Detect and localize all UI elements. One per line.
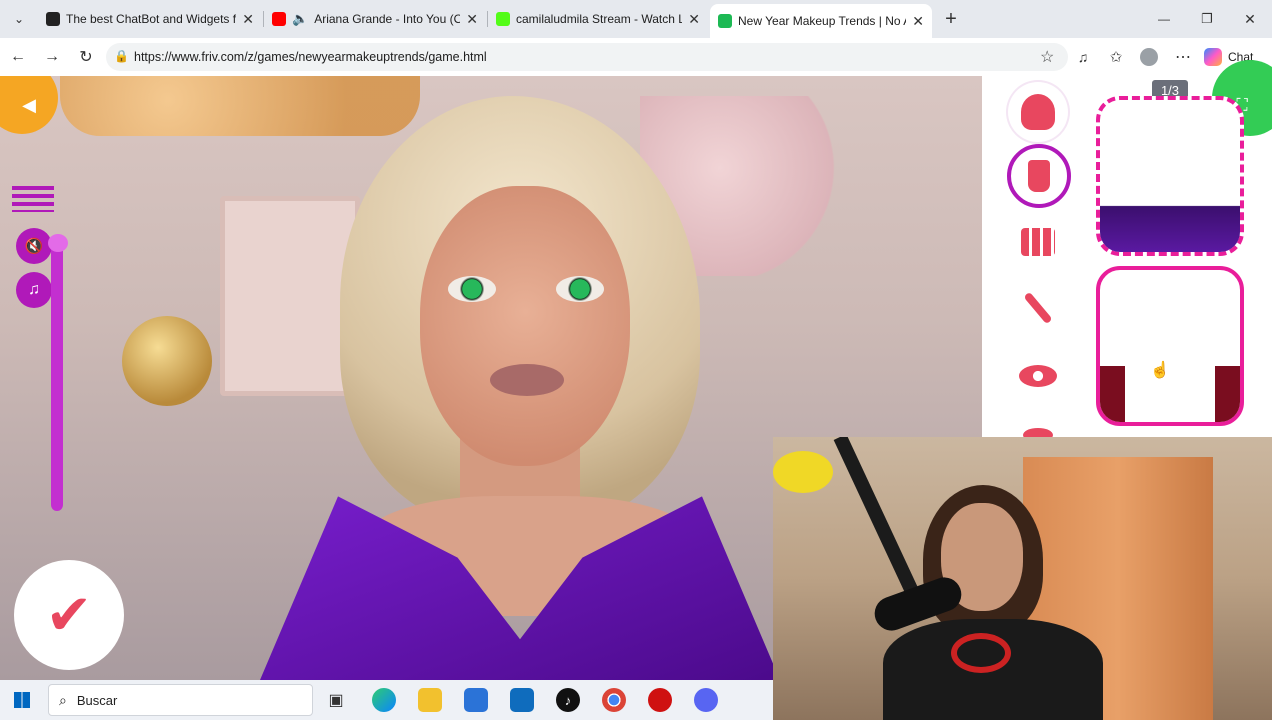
url-text[interactable]: https://www.friv.com/z/games/newyearmake… xyxy=(134,50,487,64)
tab-1-favicon-icon xyxy=(46,12,60,26)
balloon-decoration xyxy=(60,76,420,136)
top-icon xyxy=(1028,160,1050,192)
category-palette-button[interactable] xyxy=(1008,212,1068,272)
minimize-button[interactable]: — xyxy=(1153,8,1175,30)
tiktok-icon[interactable]: ♪ xyxy=(556,688,580,712)
search-placeholder: Buscar xyxy=(76,692,118,708)
red-app-icon[interactable] xyxy=(648,688,672,712)
webcam-overlay xyxy=(773,437,1272,720)
speaker-muted-icon: 🔇 xyxy=(24,238,44,255)
model-left-eye xyxy=(448,276,496,302)
checkmark-icon: ✔ xyxy=(45,583,93,646)
microphone-arm xyxy=(833,437,919,595)
forward-button[interactable]: → xyxy=(41,46,63,68)
task-view-icon[interactable]: ▣ xyxy=(324,688,348,712)
tab-2-youtube-icon xyxy=(272,12,286,26)
back-arrow-button[interactable]: ◀ xyxy=(0,76,58,134)
hair-icon xyxy=(1021,94,1055,130)
tab-4-title: New Year Makeup Trends | No Ads xyxy=(738,14,907,28)
category-brush-button[interactable] xyxy=(1008,278,1068,338)
outlook-icon[interactable] xyxy=(510,688,534,712)
tab-3-kick-icon xyxy=(496,12,510,26)
gold-ornament-decoration xyxy=(122,316,212,406)
top-item-card-2[interactable] xyxy=(1096,266,1244,426)
microsoft-store-icon[interactable] xyxy=(464,688,488,712)
start-button[interactable] xyxy=(14,692,30,708)
browser-tab-2[interactable]: 🔈 Ariana Grande - Into You (Offi ✕ xyxy=(264,5,486,33)
category-hair-button[interactable] xyxy=(1008,82,1068,142)
browser-tab-3[interactable]: camilaludmila Stream - Watch Live ✕ xyxy=(488,5,708,33)
search-icon: ⌕ xyxy=(59,691,67,708)
tab-3-close-icon[interactable]: ✕ xyxy=(688,11,700,28)
tab-list-chevron-icon[interactable]: ⌄ xyxy=(8,8,30,30)
brush-icon xyxy=(1023,291,1053,325)
address-bar[interactable]: 🔒 https://www.friv.com/z/games/newyearma… xyxy=(106,43,1068,71)
back-button[interactable]: ← xyxy=(7,46,29,68)
browser-tab-1[interactable]: The best ChatBot and Widgets for ✕ xyxy=(38,5,262,33)
reload-button[interactable]: ↻ xyxy=(75,46,97,68)
more-menu-icon[interactable]: ⋯ xyxy=(1172,46,1194,68)
sound-mute-button[interactable]: 🔇 xyxy=(16,228,52,264)
favorite-star-icon[interactable]: ☆ xyxy=(1040,47,1054,67)
dressup-selection-panel: ⛶ 1/3 ☝ xyxy=(982,60,1272,438)
music-note-icon: ♫ xyxy=(28,281,40,298)
file-explorer-icon[interactable] xyxy=(418,688,442,712)
top-item-card-1[interactable] xyxy=(1096,96,1244,256)
volume-slider-track[interactable] xyxy=(51,241,63,511)
profile-avatar[interactable] xyxy=(1138,46,1160,68)
browser-tab-strip: ⌄ The best ChatBot and Widgets for ✕ 🔈 A… xyxy=(0,0,1272,38)
media-control-icon[interactable]: ♫ xyxy=(1072,46,1094,68)
taskbar-search-box[interactable]: ⌕ Buscar xyxy=(48,684,313,716)
restore-button[interactable]: ❐ xyxy=(1196,8,1218,30)
rubber-duck xyxy=(773,451,833,493)
favorites-icon[interactable]: ✩ xyxy=(1105,46,1127,68)
model-right-eye xyxy=(556,276,604,302)
mouse-pointer-hand-icon: ☝ xyxy=(1150,362,1170,379)
palette-icon xyxy=(1021,228,1055,256)
copilot-icon xyxy=(1204,48,1222,66)
tab-1-title: The best ChatBot and Widgets for xyxy=(66,12,237,26)
tab-3-title: camilaludmila Stream - Watch Live xyxy=(516,12,683,26)
chrome-icon[interactable] xyxy=(602,688,626,712)
volume-slider-heart-handle[interactable] xyxy=(48,234,68,252)
new-tab-button[interactable]: + xyxy=(940,8,962,30)
confirm-check-button[interactable]: ✔ xyxy=(14,560,124,670)
model-lips xyxy=(490,364,564,396)
address-bar-row: ← → ↻ 🔒 https://www.friv.com/z/games/new… xyxy=(0,38,1272,76)
category-eye-button[interactable] xyxy=(1008,346,1068,406)
tab-1-close-icon[interactable]: ✕ xyxy=(242,11,254,28)
tab-4-close-icon[interactable]: ✕ xyxy=(912,13,924,30)
headphones xyxy=(951,633,1011,673)
top-item-2-preview xyxy=(1100,366,1240,422)
close-window-button[interactable]: ✕ xyxy=(1239,8,1261,30)
menu-hamburger-icon[interactable] xyxy=(12,186,54,212)
edge-browser-icon[interactable] xyxy=(372,688,396,712)
windows-taskbar: ⌕ Buscar ▣ ♪ xyxy=(0,680,773,720)
browser-tab-4-active[interactable]: New Year Makeup Trends | No Ads ✕ xyxy=(710,4,932,38)
tab-2-speaker-icon[interactable]: 🔈 xyxy=(292,11,308,27)
picture-frame-decoration xyxy=(220,196,360,396)
discord-icon[interactable] xyxy=(694,688,718,712)
tab-2-close-icon[interactable]: ✕ xyxy=(466,11,478,28)
tab-2-title: Ariana Grande - Into You (Offi xyxy=(314,12,461,26)
top-item-1-preview xyxy=(1100,184,1240,252)
tab-4-friv-icon xyxy=(718,14,732,28)
music-toggle-button[interactable]: ♫ xyxy=(16,272,52,308)
eye-icon xyxy=(1019,365,1057,387)
site-info-icon[interactable]: 🔒 xyxy=(114,49,129,63)
back-arrow-icon: ◀ xyxy=(22,94,36,115)
category-lips-button[interactable] xyxy=(1008,414,1068,438)
model-face xyxy=(420,186,630,466)
category-top-button-selected[interactable] xyxy=(1007,144,1071,208)
